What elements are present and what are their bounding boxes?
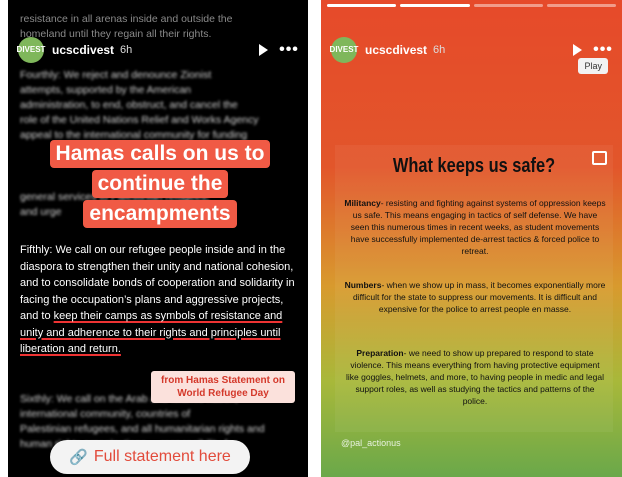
fifthly-paragraph: Fifthly: We call on our refugee people i… xyxy=(20,242,300,358)
avatar[interactable]: DIVEST xyxy=(17,37,45,63)
underlined-quote: keep their camps as symbols of resistanc… xyxy=(20,310,283,355)
full-statement-link-sticker[interactable]: 🔗 Full statement here xyxy=(50,440,250,474)
username[interactable]: ucscdivest xyxy=(52,43,114,57)
section-term: Numbers xyxy=(344,280,382,290)
statement-line: international community, countries of xyxy=(20,408,191,420)
source-tag: from Hamas Statement on World Refugee Da… xyxy=(151,371,295,403)
section-text: - resisting and fighting against systems… xyxy=(350,198,606,256)
section-text: - when we show up in mass, it becomes ex… xyxy=(353,280,606,314)
sticker-icon[interactable] xyxy=(592,151,607,165)
statement-line: role of the United Nations Relief and Wo… xyxy=(20,114,259,126)
right-story-panel[interactable]: DIVEST ucscdivest 6h ••• Play What keeps… xyxy=(321,0,622,477)
play-icon[interactable] xyxy=(254,41,272,59)
banner-line: Hamas calls on us to xyxy=(49,140,271,168)
statement-line: Fourthly: We reject and denounce Zionist xyxy=(20,69,212,81)
more-options-icon[interactable]: ••• xyxy=(593,41,612,59)
numbers-section: Numbers- when we show up in mass, it bec… xyxy=(343,279,607,315)
statement-line: attempts, supported by the American xyxy=(20,84,192,96)
story-progress-bar xyxy=(327,4,616,7)
full-statement-label: Full statement here xyxy=(93,448,231,465)
preparation-section: Preparation- we need to show up prepared… xyxy=(343,347,607,407)
statement-line: Palestinian refugees, and all humanitari… xyxy=(20,423,265,435)
card-title: What keeps us safe? xyxy=(392,155,556,177)
play-icon[interactable] xyxy=(568,41,586,59)
play-tooltip: Play xyxy=(578,58,608,74)
story-header: DIVEST ucscdivest 6h ••• xyxy=(330,36,612,64)
avatar[interactable]: DIVEST xyxy=(330,37,358,63)
post-age: 6h xyxy=(120,44,133,56)
post-age: 6h xyxy=(433,44,446,56)
link-icon: 🔗 xyxy=(69,449,88,466)
username[interactable]: ucscdivest xyxy=(365,43,427,57)
more-options-icon[interactable]: ••• xyxy=(279,41,298,59)
story-header: DIVEST ucscdivest 6h ••• xyxy=(17,36,298,64)
statement-line: administration, to end, obstruct, and ca… xyxy=(20,99,238,111)
left-story-panel[interactable]: resistance in all arenas inside and outs… xyxy=(8,0,308,477)
safety-card: What keeps us safe? Militancy- resisting… xyxy=(335,145,613,432)
banner-line: continue the xyxy=(91,170,229,198)
banner-line: encampments xyxy=(83,200,237,228)
source-handle: @pal_actionus xyxy=(341,438,401,448)
section-term: Preparation xyxy=(356,348,404,358)
hamas-banner: Hamas calls on us to continue the encamp… xyxy=(30,140,290,230)
militancy-section: Militancy- resisting and fighting agains… xyxy=(343,197,607,257)
faded-text-line: resistance in all arenas inside and outs… xyxy=(20,13,233,25)
section-term: Militancy xyxy=(344,198,381,208)
